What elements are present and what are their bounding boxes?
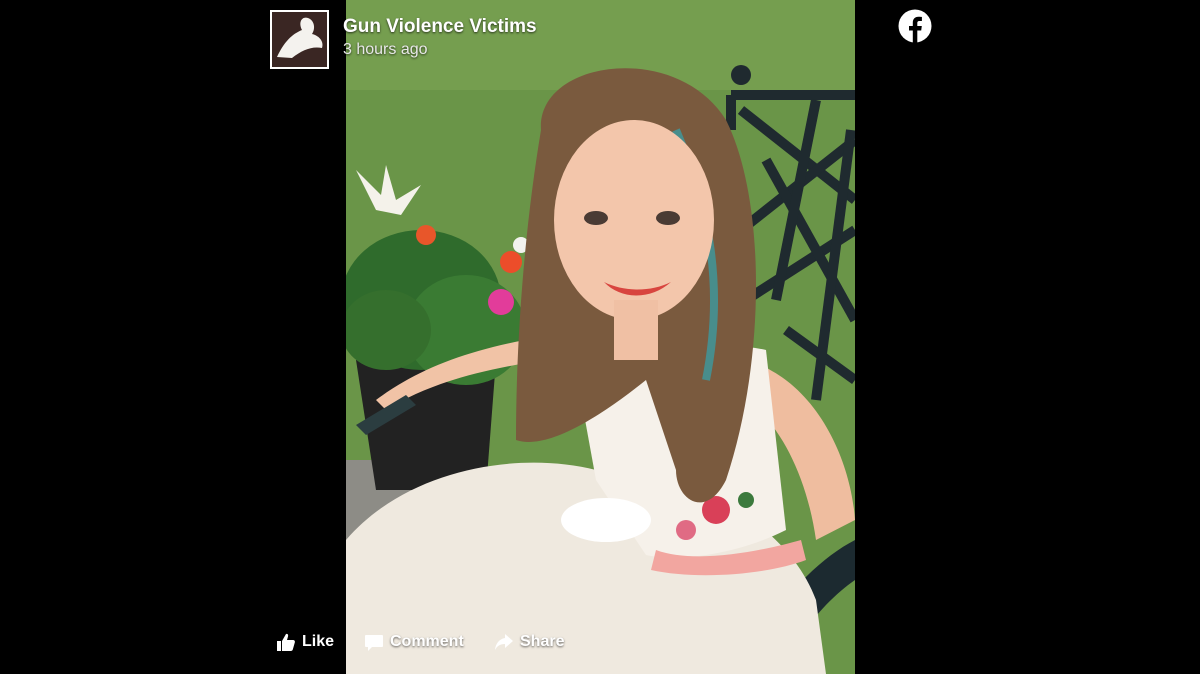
dove-icon [272,12,327,67]
page-name[interactable]: Gun Violence Victims [343,16,537,38]
comment-icon [365,635,383,651]
share-button[interactable]: Share [494,632,564,652]
comment-button[interactable]: Comment [364,632,464,652]
comment-label: Comment [390,633,464,650]
thumbs-up-icon [277,633,295,651]
like-label: Like [302,633,335,650]
share-label: Share [520,633,565,650]
page-avatar[interactable] [270,10,329,69]
post-photo[interactable] [346,0,855,674]
facebook-icon[interactable] [898,9,932,43]
like-button[interactable]: Like [276,632,334,652]
photo-illustration [346,0,855,674]
share-arrow-icon [495,634,513,650]
post-timestamp[interactable]: 3 hours ago [343,41,428,59]
